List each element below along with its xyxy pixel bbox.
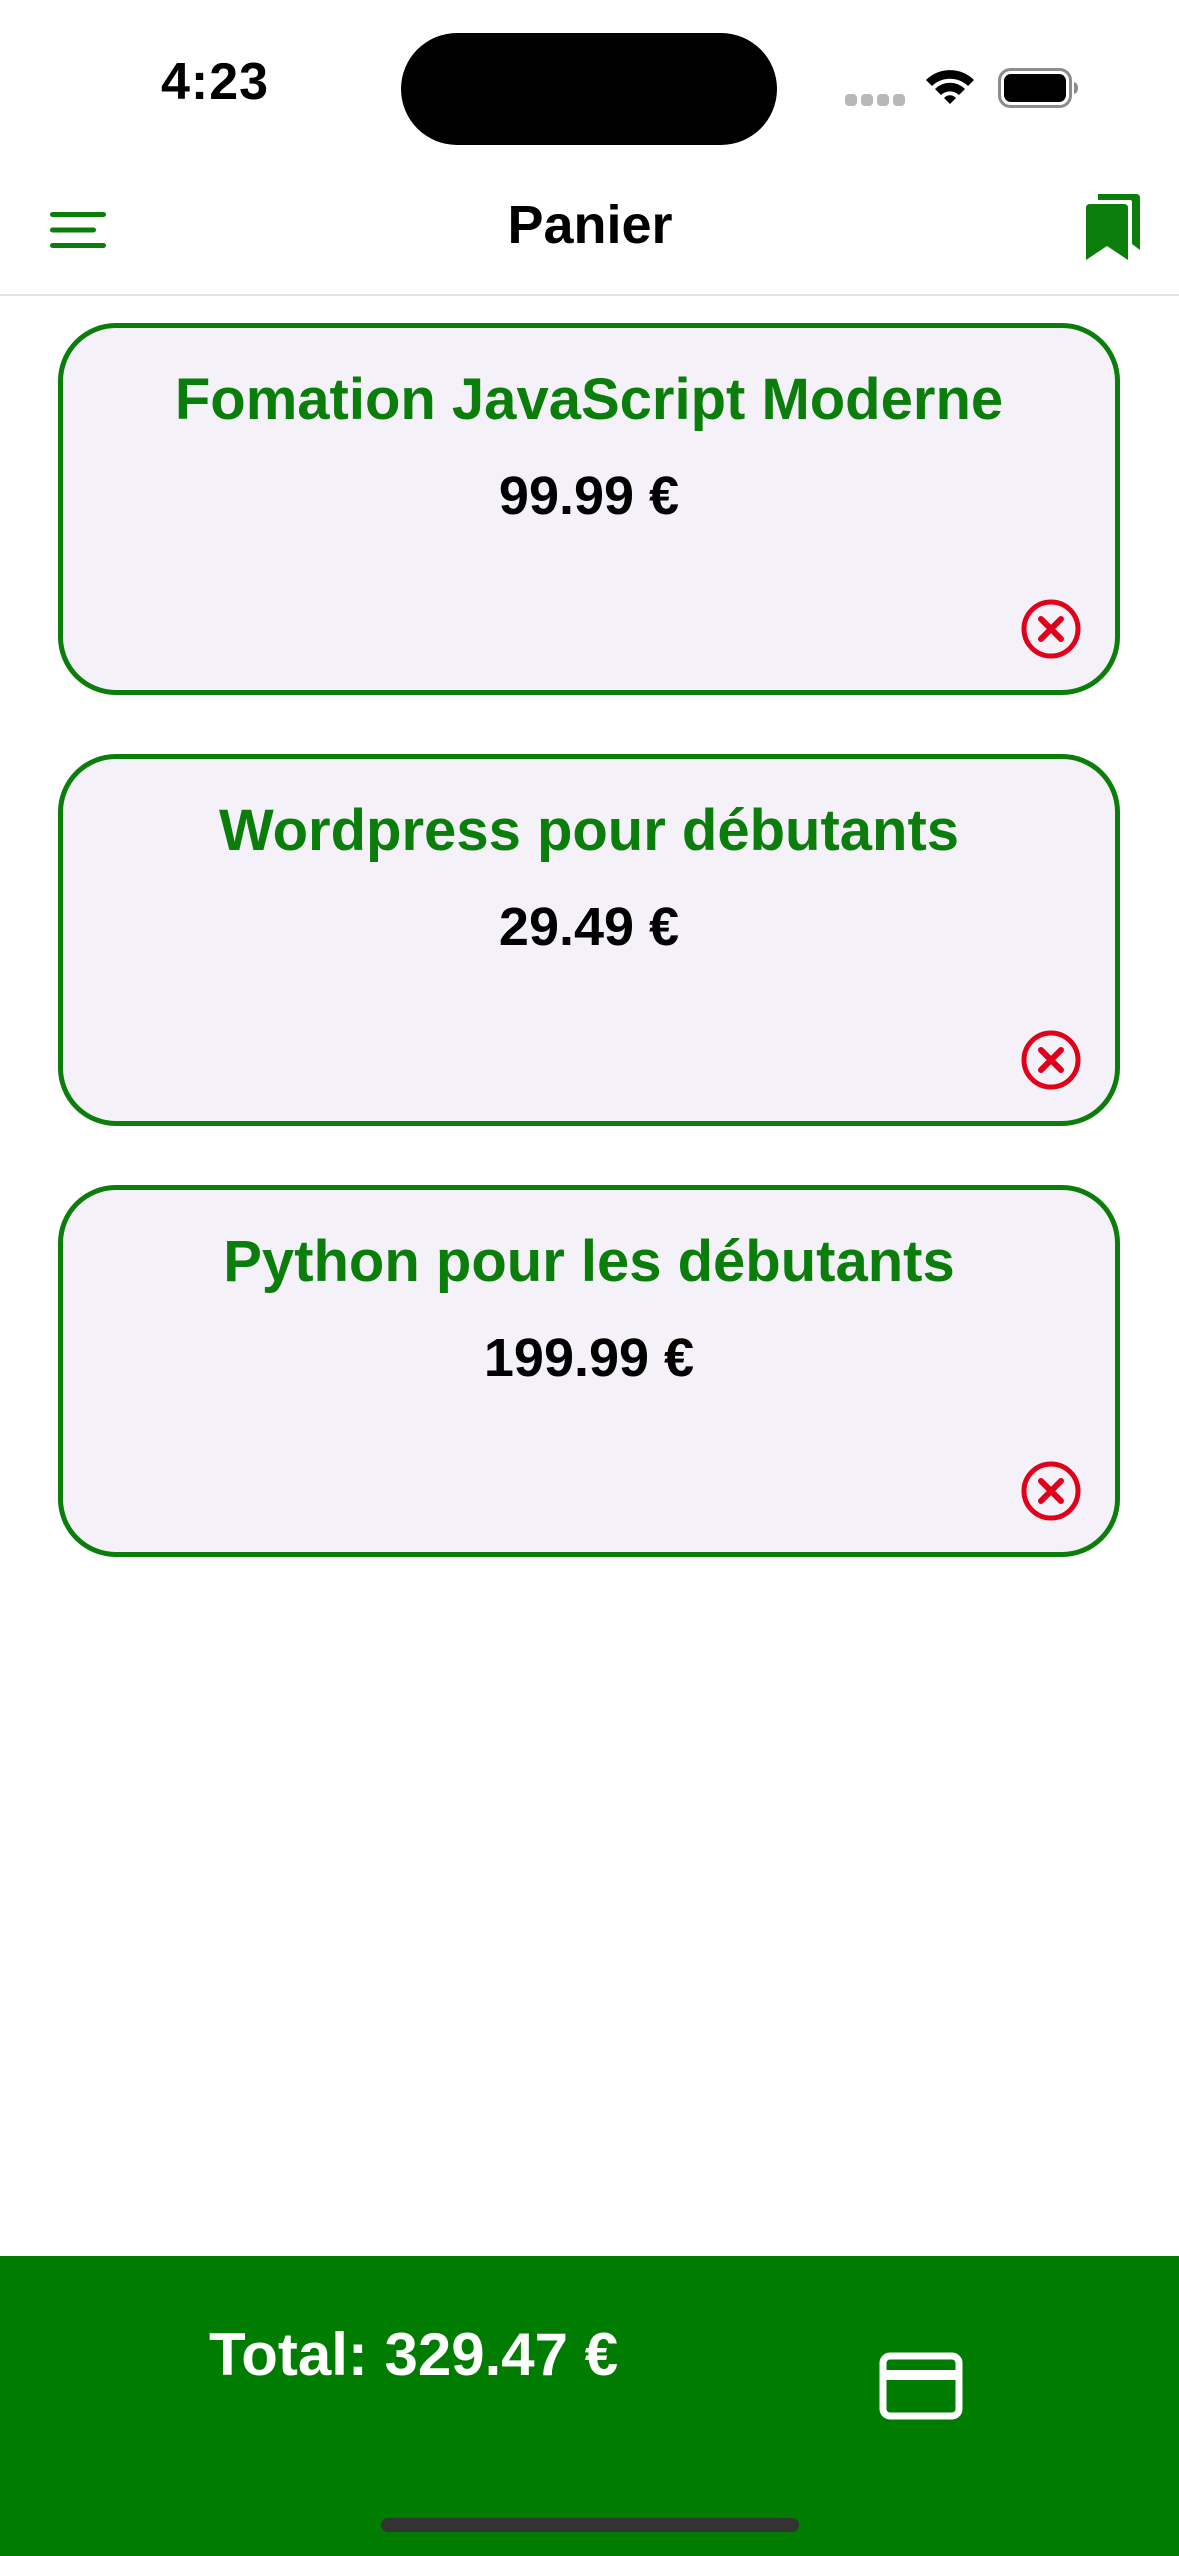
cart-item-title: Fomation JavaScript Moderne (174, 367, 1004, 432)
cart-total: Total: 329.47 € (209, 2321, 619, 2388)
cart-item-list: Fomation JavaScript Moderne 99.99 € Word… (58, 323, 1120, 1616)
remove-circle-icon[interactable] (1020, 1460, 1082, 1522)
remove-circle-icon[interactable] (1020, 1029, 1082, 1091)
status-time: 4:23 (160, 53, 270, 111)
cart-item-price: 29.49 € (498, 897, 680, 957)
bookmarks-icon[interactable] (1082, 192, 1142, 262)
status-bar: 4:23 (0, 0, 1179, 170)
navigation-bar: Panier (0, 170, 1179, 296)
cart-item: Fomation JavaScript Moderne 99.99 € (58, 323, 1120, 695)
battery-icon (998, 68, 1078, 108)
cellular-signal-icon (845, 94, 907, 108)
cart-item-price: 99.99 € (498, 466, 680, 526)
cart-item: Wordpress pour débutants 29.49 € (58, 754, 1120, 1126)
cart-item-title: Python pour les débutants (223, 1229, 955, 1294)
home-indicator[interactable] (381, 2518, 799, 2532)
checkout-bar: Total: 329.47 € (0, 2256, 1179, 2556)
remove-circle-icon[interactable] (1020, 598, 1082, 660)
dynamic-island (401, 33, 777, 145)
cart-item: Python pour les débutants 199.99 € (58, 1185, 1120, 1557)
wifi-icon (926, 70, 974, 104)
cart-item-price: 199.99 € (483, 1328, 695, 1388)
cart-item-title: Wordpress pour débutants (218, 798, 960, 863)
credit-card-icon[interactable] (879, 2352, 963, 2420)
page-title: Panier (507, 195, 673, 255)
menu-icon[interactable] (50, 208, 106, 252)
